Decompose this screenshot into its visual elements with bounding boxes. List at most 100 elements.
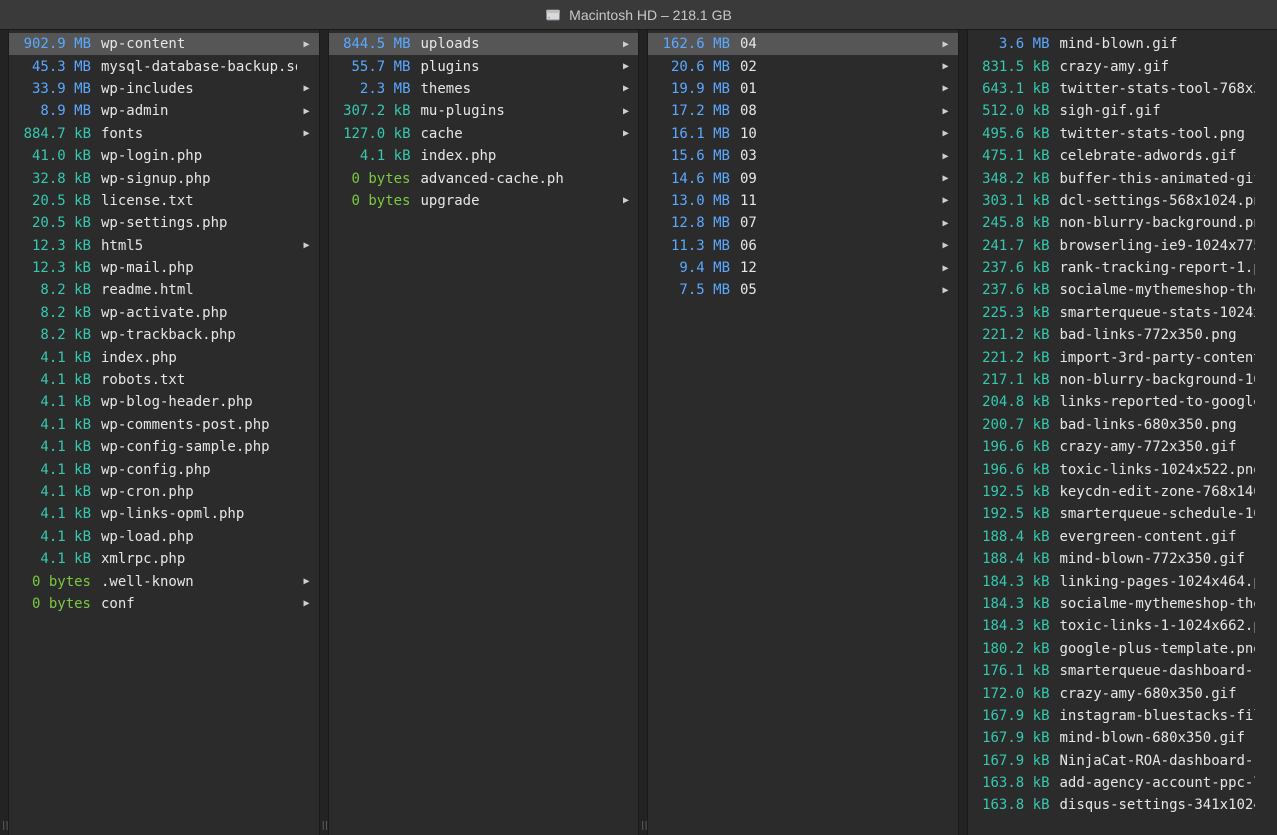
scrollbar[interactable] [959,30,968,835]
file-name: wp-signup.php [101,171,297,187]
file-name: 06 [740,238,936,254]
list-item[interactable]: 180.2 kBgoogle-plus-template.png [968,638,1277,660]
list-item[interactable]: 12.3 kBwp-mail.php [9,257,319,279]
list-item[interactable]: 0 bytes.well-known▶ [9,570,319,592]
list-item[interactable]: 303.1 kBdcl-settings-568x1024.png [968,190,1277,212]
list-item[interactable]: 8.2 kBwp-activate.php [9,302,319,324]
list-item[interactable]: 163.8 kBdisqus-settings-341x1024.png [968,794,1277,816]
list-item[interactable]: 9.4 MB12▶ [648,257,958,279]
list-item[interactable]: 237.6 kBsocialme-mythemeshop-them [968,279,1277,301]
list-item[interactable]: 192.5 kBkeycdn-edit-zone-768x1409.p [968,481,1277,503]
list-item[interactable]: 167.9 kBNinjaCat-ROA-dashboard-102 [968,750,1277,772]
list-item[interactable]: 12.3 kBhtml5▶ [9,235,319,257]
list-item[interactable]: 16.1 MB10▶ [648,123,958,145]
list-item[interactable]: 8.2 kBreadme.html [9,279,319,301]
list-item[interactable]: 184.3 kBsocialme-mythemeshop-them [968,593,1277,615]
list-item[interactable]: 4.1 kBwp-config.php [9,458,319,480]
list-item[interactable]: 512.0 kBsigh-gif.gif [968,100,1277,122]
list-item[interactable]: 167.9 kBinstagram-bluestacks-filters.p [968,705,1277,727]
list-item[interactable]: 32.8 kBwp-signup.php [9,167,319,189]
list-item[interactable]: 0 bytesconf▶ [9,593,319,615]
list-item[interactable]: 4.1 kBwp-blog-header.php [9,391,319,413]
list-item[interactable]: 192.5 kBsmarterqueue-schedule-1024 [968,503,1277,525]
scrollbar[interactable] [639,30,648,835]
list-item[interactable]: 902.9 MBwp-content▶ [9,33,319,55]
list-item[interactable]: 167.9 kBmind-blown-680x350.gif [968,727,1277,749]
list-item[interactable]: 188.4 kBmind-blown-772x350.gif [968,548,1277,570]
list-item[interactable]: 3.6 MBmind-blown.gif [968,33,1277,55]
list-item[interactable]: 4.1 kBrobots.txt [9,369,319,391]
column-resize-handle[interactable]: || [640,821,647,831]
file-size: 33.9 MB [9,81,101,97]
list-item[interactable]: 4.1 kBxmlrpc.php [9,548,319,570]
list-item[interactable]: 221.2 kBbad-links-772x350.png [968,324,1277,346]
column-resize-handle[interactable]: || [321,821,328,831]
list-item[interactable]: 33.9 MBwp-includes▶ [9,78,319,100]
list-item[interactable]: 475.1 kBcelebrate-adwords.gif [968,145,1277,167]
list-item[interactable]: 495.6 kBtwitter-stats-tool.png [968,123,1277,145]
list-item[interactable]: 20.5 kBwp-settings.php [9,212,319,234]
list-item[interactable]: 844.5 MBuploads▶ [329,33,639,55]
list-item[interactable]: 8.9 MBwp-admin▶ [9,100,319,122]
list-item[interactable]: 4.1 kBindex.php [9,346,319,368]
list-item[interactable]: 4.1 kBwp-load.php [9,526,319,548]
file-list[interactable]: 844.5 MBuploads▶55.7 MBplugins▶2.3 MBthe… [329,30,639,835]
list-item[interactable]: 184.3 kBlinking-pages-1024x464.png [968,570,1277,592]
list-item[interactable]: 15.6 MB03▶ [648,145,958,167]
scrollbar[interactable] [0,30,9,835]
list-item[interactable]: 127.0 kBcache▶ [329,123,639,145]
column-browser: 902.9 MBwp-content▶45.3 MBmysql-database… [0,30,1277,835]
file-list[interactable]: 3.6 MBmind-blown.gif831.5 kBcrazy-amy.gi… [968,30,1277,835]
list-item[interactable]: 55.7 MBplugins▶ [329,55,639,77]
list-item[interactable]: 4.1 kBwp-links-opml.php [9,503,319,525]
list-item[interactable]: 241.7 kBbrowserling-ie9-1024x775.pn [968,235,1277,257]
list-item[interactable]: 188.4 kBevergreen-content.gif [968,526,1277,548]
list-item[interactable]: 200.7 kBbad-links-680x350.png [968,414,1277,436]
list-item[interactable]: 196.6 kBcrazy-amy-772x350.gif [968,436,1277,458]
list-item[interactable]: 41.0 kBwp-login.php [9,145,319,167]
list-item[interactable]: 4.1 kBwp-comments-post.php [9,414,319,436]
list-item[interactable]: 7.5 MB05▶ [648,279,958,301]
list-item[interactable]: 237.6 kBrank-tracking-report-1.png [968,257,1277,279]
list-item[interactable]: 2.3 MBthemes▶ [329,78,639,100]
scrollbar[interactable] [320,30,329,835]
chevron-right-icon: ▶ [301,106,313,117]
file-list[interactable]: 162.6 MB04▶20.6 MB02▶19.9 MB01▶17.2 MB08… [648,30,958,835]
list-item[interactable]: 12.8 MB07▶ [648,212,958,234]
list-item[interactable]: 163.8 kBadd-agency-account-ppc-768 [968,772,1277,794]
list-item[interactable]: 245.8 kBnon-blurry-background.png [968,212,1277,234]
list-item[interactable]: 45.3 MBmysql-database-backup.sql [9,55,319,77]
list-item[interactable]: 11.3 MB06▶ [648,235,958,257]
list-item[interactable]: 4.1 kBwp-cron.php [9,481,319,503]
list-item[interactable]: 14.6 MB09▶ [648,167,958,189]
file-size: 163.8 kB [968,775,1060,791]
list-item[interactable]: 4.1 kBwp-config-sample.php [9,436,319,458]
list-item[interactable]: 4.1 kBindex.php [329,145,639,167]
list-item[interactable]: 307.2 kBmu-plugins▶ [329,100,639,122]
file-list[interactable]: 902.9 MBwp-content▶45.3 MBmysql-database… [9,30,319,835]
list-item[interactable]: 20.5 kBlicense.txt [9,190,319,212]
file-size: 13.0 MB [648,193,740,209]
list-item[interactable]: 19.9 MB01▶ [648,78,958,100]
list-item[interactable]: 225.3 kBsmarterqueue-stats-1024x792 [968,302,1277,324]
list-item[interactable]: 176.1 kBsmarterqueue-dashboard-102 [968,660,1277,682]
file-size: 307.2 kB [329,103,421,119]
list-item[interactable]: 884.7 kBfonts▶ [9,123,319,145]
list-item[interactable]: 0 bytesupgrade▶ [329,190,639,212]
list-item[interactable]: 221.2 kBimport-3rd-party-content-for- [968,346,1277,368]
list-item[interactable]: 8.2 kBwp-trackback.php [9,324,319,346]
list-item[interactable]: 204.8 kBlinks-reported-to-google-102 [968,391,1277,413]
list-item[interactable]: 831.5 kBcrazy-amy.gif [968,55,1277,77]
list-item[interactable]: 20.6 MB02▶ [648,55,958,77]
list-item[interactable]: 17.2 MB08▶ [648,100,958,122]
list-item[interactable]: 643.1 kBtwitter-stats-tool-768x3119.p [968,78,1277,100]
list-item[interactable]: 0 bytesadvanced-cache.ph [329,167,639,189]
list-item[interactable]: 217.1 kBnon-blurry-background-1024x [968,369,1277,391]
list-item[interactable]: 348.2 kBbuffer-this-animated-gif-768x [968,167,1277,189]
column-resize-handle[interactable]: || [1,821,8,831]
list-item[interactable]: 162.6 MB04▶ [648,33,958,55]
list-item[interactable]: 196.6 kBtoxic-links-1024x522.png [968,458,1277,480]
list-item[interactable]: 172.0 kBcrazy-amy-680x350.gif [968,682,1277,704]
list-item[interactable]: 13.0 MB11▶ [648,190,958,212]
list-item[interactable]: 184.3 kBtoxic-links-1-1024x662.png [968,615,1277,637]
